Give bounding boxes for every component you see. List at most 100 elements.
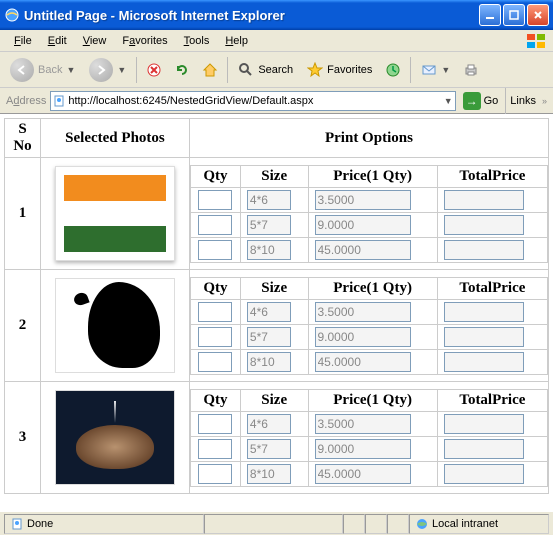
menu-edit[interactable]: Edit <box>40 33 75 49</box>
history-button[interactable] <box>382 59 404 81</box>
menu-tools[interactable]: Tools <box>176 33 218 49</box>
favorites-button[interactable]: Favorites <box>303 60 376 80</box>
minimize-button[interactable] <box>479 4 501 26</box>
stop-button[interactable] <box>143 59 165 81</box>
ie-icon <box>4 7 20 23</box>
qty-input[interactable] <box>198 327 232 347</box>
home-button[interactable] <box>199 59 221 81</box>
outer-grid: S No Selected Photos Print Options 1QtyS… <box>4 118 549 494</box>
address-input[interactable]: http://localhost:6245/NestedGridView/Def… <box>50 91 455 111</box>
mail-icon <box>421 62 437 78</box>
price-input <box>315 190 411 210</box>
toolbar: Back ▼ ▼ Search Favorites ▼ <box>0 52 553 88</box>
header-qty: Qty <box>190 389 240 411</box>
menu-favorites[interactable]: Favorites <box>114 33 175 49</box>
total-input <box>444 215 524 235</box>
price-row <box>190 461 547 486</box>
price-input <box>315 414 411 434</box>
go-icon: → <box>463 92 481 110</box>
price-input <box>315 464 411 484</box>
header-price: Price(1 Qty) <box>308 165 437 187</box>
size-input <box>247 439 291 459</box>
options-cell: QtySizePrice(1 Qty)TotalPrice <box>189 158 548 270</box>
qty-input[interactable] <box>198 240 232 260</box>
qty-input[interactable] <box>198 439 232 459</box>
table-row: 2QtySizePrice(1 Qty)TotalPrice <box>5 270 549 382</box>
status-done: Done <box>4 514 204 534</box>
total-input <box>444 302 524 322</box>
links-label[interactable]: Links <box>510 95 536 107</box>
qty-input[interactable] <box>198 414 232 434</box>
price-input <box>315 439 411 459</box>
total-input <box>444 414 524 434</box>
qty-input[interactable] <box>198 302 232 322</box>
sno-cell: 2 <box>5 270 41 382</box>
status-zone: Local intranet <box>409 514 549 534</box>
header-size: Size <box>240 165 308 187</box>
go-button[interactable]: → Go <box>460 91 502 111</box>
chevron-down-icon[interactable]: ▼ <box>444 96 453 106</box>
menu-help[interactable]: Help <box>217 33 256 49</box>
total-input <box>444 352 524 372</box>
qty-input[interactable] <box>198 190 232 210</box>
star-icon <box>307 62 323 78</box>
chevron-down-icon: ▼ <box>117 65 126 75</box>
total-input <box>444 190 524 210</box>
photo-thumbnail <box>55 278 175 373</box>
header-total: TotalPrice <box>437 277 547 299</box>
qty-input[interactable] <box>198 464 232 484</box>
qty-input[interactable] <box>198 215 232 235</box>
total-input <box>444 327 524 347</box>
search-icon <box>238 62 254 78</box>
price-input <box>315 327 411 347</box>
header-qty: Qty <box>190 165 240 187</box>
price-row <box>190 436 547 461</box>
statusbar: Done Local intranet <box>0 511 553 535</box>
mail-button[interactable]: ▼ <box>417 60 454 80</box>
windows-logo-icon <box>525 32 549 50</box>
menubar: File Edit View Favorites Tools Help <box>0 30 553 52</box>
options-cell: QtySizePrice(1 Qty)TotalPrice <box>189 382 548 494</box>
sno-cell: 1 <box>5 158 41 270</box>
price-input <box>315 215 411 235</box>
size-input <box>247 215 291 235</box>
price-input <box>315 302 411 322</box>
size-input <box>247 240 291 260</box>
price-row <box>190 349 547 374</box>
header-size: Size <box>240 277 308 299</box>
size-input <box>247 414 291 434</box>
price-input <box>315 352 411 372</box>
chevron-down-icon: ▼ <box>66 65 75 75</box>
header-size: Size <box>240 389 308 411</box>
refresh-button[interactable] <box>171 59 193 81</box>
intranet-icon <box>416 518 428 530</box>
print-button[interactable] <box>460 59 482 81</box>
table-row: 3 QtySizePrice(1 Qty)TotalPrice <box>5 382 549 494</box>
photo-cell <box>41 382 190 494</box>
addressbar: Address http://localhost:6245/NestedGrid… <box>0 88 553 114</box>
price-row <box>190 237 547 262</box>
size-input <box>247 327 291 347</box>
close-button[interactable] <box>527 4 549 26</box>
back-icon <box>10 58 34 82</box>
header-price: Price(1 Qty) <box>308 389 437 411</box>
size-input <box>247 190 291 210</box>
qty-input[interactable] <box>198 352 232 372</box>
forward-button[interactable]: ▼ <box>85 56 130 84</box>
menu-file[interactable]: File <box>6 33 40 49</box>
titlebar: Untitled Page - Microsoft Internet Explo… <box>0 0 553 30</box>
inner-grid: QtySizePrice(1 Qty)TotalPrice <box>190 165 548 263</box>
address-label: Address <box>6 95 46 107</box>
maximize-button[interactable] <box>503 4 525 26</box>
back-button[interactable]: Back ▼ <box>6 56 79 84</box>
size-input <box>247 464 291 484</box>
price-row <box>190 299 547 324</box>
menu-view[interactable]: View <box>75 33 115 49</box>
header-total: TotalPrice <box>437 389 547 411</box>
search-button[interactable]: Search <box>234 60 297 80</box>
header-photos: Selected Photos <box>41 119 190 158</box>
price-row <box>190 187 547 212</box>
total-input <box>444 464 524 484</box>
sno-cell: 3 <box>5 382 41 494</box>
header-sno: S No <box>5 119 41 158</box>
